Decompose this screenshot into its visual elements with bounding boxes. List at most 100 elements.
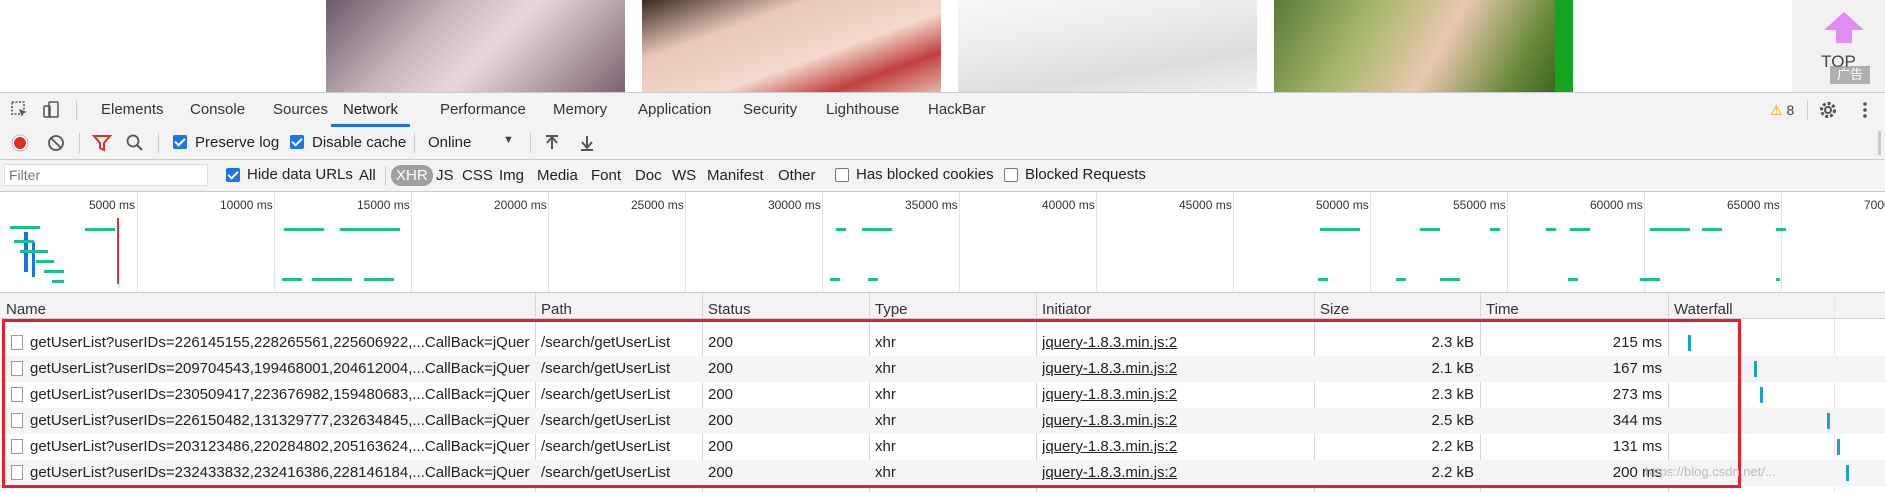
request-initiator-link[interactable]: jquery-1.8.3.min.js:2 xyxy=(1042,356,1177,382)
column-header-waterfall[interactable]: Waterfall xyxy=(1674,293,1733,318)
tab-performance[interactable]: Performance xyxy=(440,93,526,127)
tab-network[interactable]: Network xyxy=(331,93,411,127)
photo-thumbnail[interactable] xyxy=(1274,0,1573,92)
column-header-time[interactable]: Time xyxy=(1486,293,1519,318)
has-blocked-cookies-checkbox[interactable] xyxy=(835,168,849,182)
request-status: 200 xyxy=(708,360,734,377)
search-icon[interactable] xyxy=(125,133,145,153)
overview-bar xyxy=(1702,228,1722,231)
request-time: 200 ms xyxy=(1612,464,1662,481)
photo-thumbnail[interactable] xyxy=(642,0,941,92)
overview-bar xyxy=(312,278,352,281)
document-icon xyxy=(11,439,23,454)
request-size: 2.2 kB xyxy=(1431,438,1474,455)
filter-type-css[interactable]: CSS xyxy=(459,165,496,186)
network-overview-timeline[interactable]: 5000 ms 10000 ms 15000 ms 20000 ms 25000… xyxy=(0,192,1885,293)
blocked-requests-checkbox[interactable] xyxy=(1004,168,1018,182)
tab-elements[interactable]: Elements xyxy=(101,93,164,127)
table-row[interactable]: getUserList?userIDs=203123486,220284802,… xyxy=(0,434,1885,460)
more-options-icon[interactable] xyxy=(1855,100,1875,120)
request-type: xhr xyxy=(875,412,896,429)
column-header-name[interactable]: Name xyxy=(6,293,46,318)
disable-cache-label: Disable cache xyxy=(312,134,407,151)
tab-lighthouse[interactable]: Lighthouse xyxy=(826,93,899,127)
ad-badge: 广告 xyxy=(1830,66,1870,84)
timeline-tick: 15000 ms xyxy=(357,198,410,212)
column-header-type[interactable]: Type xyxy=(875,293,908,318)
filter-type-manifest[interactable]: Manifest xyxy=(704,165,767,186)
tab-hackbar[interactable]: HackBar xyxy=(928,93,986,127)
overview-bar xyxy=(1440,278,1460,281)
request-initiator-link[interactable]: jquery-1.8.3.min.js:2 xyxy=(1042,408,1177,434)
request-name: getUserList?userIDs=232433832,232416386,… xyxy=(30,464,530,481)
tab-console[interactable]: Console xyxy=(190,93,245,127)
divider xyxy=(79,133,80,153)
request-path: /search/getUserList xyxy=(541,334,671,351)
filter-type-xhr[interactable]: XHR xyxy=(391,165,433,186)
throttling-select[interactable]: Online ▼ xyxy=(428,131,516,155)
filter-type-media[interactable]: Media xyxy=(534,165,581,186)
table-row[interactable]: getUserList?userIDs=226150482,131329777,… xyxy=(0,408,1885,434)
overview-bar xyxy=(1776,278,1780,281)
disable-cache-checkbox[interactable] xyxy=(290,135,304,149)
tab-memory[interactable]: Memory xyxy=(553,93,607,127)
filter-input[interactable] xyxy=(4,164,208,186)
request-type: xhr xyxy=(875,438,896,455)
table-row[interactable]: getUserList?userIDs=232433832,232416386,… xyxy=(0,460,1885,486)
filter-icon[interactable] xyxy=(92,133,112,153)
overview-bar xyxy=(85,228,115,231)
request-status: 200 xyxy=(708,464,734,481)
tab-security[interactable]: Security xyxy=(743,93,797,127)
waterfall-bar xyxy=(1846,465,1849,481)
request-time: 273 ms xyxy=(1612,386,1662,403)
warnings-counter[interactable]: ⚠ 8 xyxy=(1770,93,1794,127)
overview-bar xyxy=(830,278,840,281)
filter-type-other[interactable]: Other xyxy=(775,165,819,186)
network-toolbar: Preserve log Disable cache Online ▼ xyxy=(0,127,1885,160)
hide-data-urls-checkbox[interactable] xyxy=(226,168,240,182)
waterfall-bar xyxy=(1688,335,1691,351)
tab-sources[interactable]: Sources xyxy=(273,93,328,127)
preserve-log-checkbox[interactable] xyxy=(173,135,187,149)
timeline-tick: 35000 ms xyxy=(905,198,958,212)
waterfall-bar xyxy=(1837,439,1840,455)
request-initiator-link[interactable]: jquery-1.8.3.min.js:2 xyxy=(1042,434,1177,460)
overview-bar xyxy=(20,250,48,253)
filter-type-font[interactable]: Font xyxy=(588,165,624,186)
request-initiator-link[interactable]: jquery-1.8.3.min.js:2 xyxy=(1042,330,1177,356)
overview-bar xyxy=(1568,278,1578,281)
request-status: 200 xyxy=(708,386,734,403)
column-header-path[interactable]: Path xyxy=(541,293,572,318)
watermark: https://blog.csdn.net/... xyxy=(1645,464,1776,479)
record-icon[interactable] xyxy=(10,133,30,153)
table-row[interactable]: getUserList?userIDs=226145155,228265561,… xyxy=(0,330,1885,356)
request-initiator-link[interactable]: jquery-1.8.3.min.js:2 xyxy=(1042,460,1177,486)
column-header-status[interactable]: Status xyxy=(708,293,751,318)
filter-type-ws[interactable]: WS xyxy=(669,165,699,186)
filter-type-doc[interactable]: Doc xyxy=(632,165,665,186)
photo-thumbnail[interactable] xyxy=(958,0,1257,92)
request-time: 344 ms xyxy=(1612,412,1662,429)
table-row[interactable]: getUserList?userIDs=209704543,199468001,… xyxy=(0,356,1885,382)
request-initiator-link[interactable]: jquery-1.8.3.min.js:2 xyxy=(1042,382,1177,408)
filter-type-all[interactable]: All xyxy=(356,165,379,186)
request-status: 200 xyxy=(708,438,734,455)
device-toolbar-icon[interactable] xyxy=(42,100,62,120)
filter-type-img[interactable]: Img xyxy=(496,165,527,186)
photo-thumbnail[interactable] xyxy=(326,0,625,92)
divider xyxy=(385,166,386,186)
table-row[interactable]: getUserList?userIDs=230509417,223676982,… xyxy=(0,382,1885,408)
request-name: getUserList?userIDs=203123486,220284802,… xyxy=(30,438,530,455)
inspect-element-icon[interactable] xyxy=(10,100,30,120)
column-header-initiator[interactable]: Initiator xyxy=(1042,293,1091,318)
warning-icon: ⚠ xyxy=(1770,102,1783,118)
gear-icon[interactable] xyxy=(1818,100,1838,120)
export-har-icon[interactable] xyxy=(577,133,597,153)
tab-application[interactable]: Application xyxy=(638,93,711,127)
import-har-icon[interactable] xyxy=(542,133,562,153)
chevron-down-icon: ▼ xyxy=(503,134,514,146)
clear-icon[interactable] xyxy=(46,133,66,153)
throttling-value: Online xyxy=(428,134,472,151)
filter-type-js[interactable]: JS xyxy=(433,165,457,186)
column-header-size[interactable]: Size xyxy=(1320,293,1349,318)
